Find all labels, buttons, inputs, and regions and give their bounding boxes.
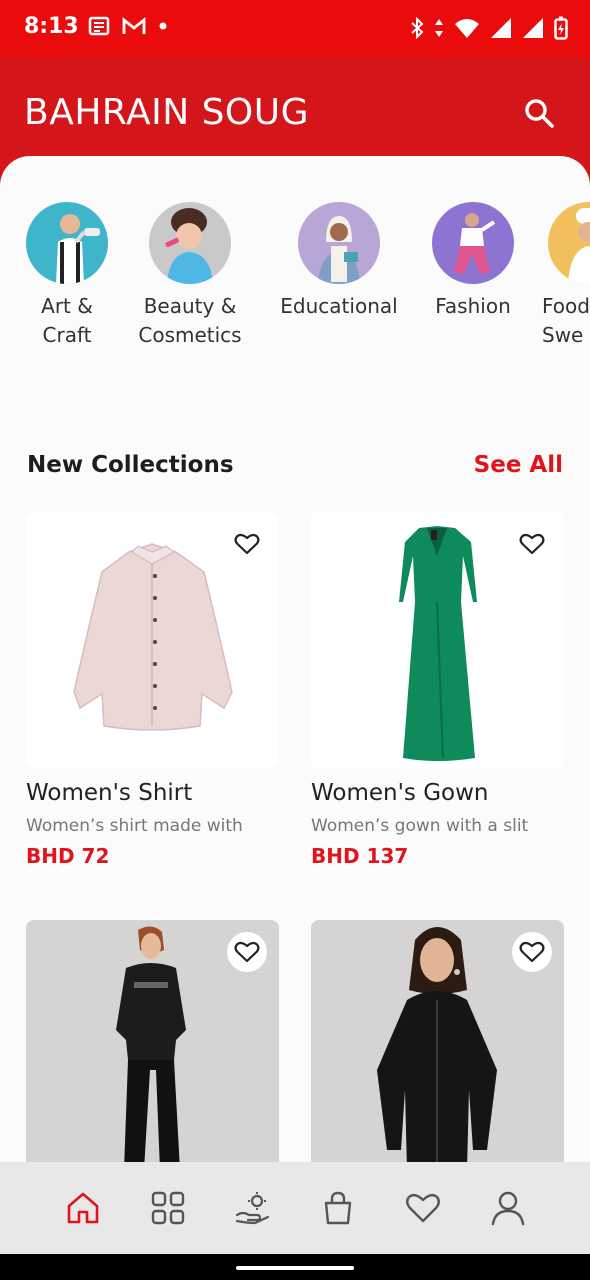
status-time: 8:13 xyxy=(24,14,79,39)
content-sheet: Art & Craft Beauty & Cosmetics Education… xyxy=(0,156,590,1162)
nav-profile[interactable] xyxy=(478,1178,538,1238)
bag-icon xyxy=(324,1191,351,1225)
heart-icon xyxy=(234,533,260,555)
bottom-navigation xyxy=(0,1162,590,1254)
product-image xyxy=(311,920,564,1162)
heart-icon xyxy=(519,533,545,555)
category-beauty-cosmetics[interactable]: Beauty & Cosmetics xyxy=(130,202,250,350)
gesture-bar xyxy=(0,1254,590,1280)
dot-icon xyxy=(159,22,167,30)
product-card[interactable] xyxy=(311,920,564,1162)
category-label: Educational xyxy=(280,294,398,318)
nav-categories[interactable] xyxy=(138,1178,198,1238)
category-fashion[interactable]: Fashion xyxy=(426,202,520,321)
app-bar: BAHRAIN SOUG xyxy=(0,58,590,168)
signal-icon xyxy=(523,18,543,38)
section-title: New Collections xyxy=(27,452,234,478)
category-label: Fashion xyxy=(435,294,511,318)
product-card[interactable]: Women's Shirt Women’s shirt made with BH… xyxy=(26,512,279,868)
product-description: Women’s gown with a slit xyxy=(311,816,529,836)
data-arrows-icon xyxy=(435,19,443,37)
product-card[interactable]: Women's Gown Women’s gown with a slit BH… xyxy=(311,512,564,868)
news-icon xyxy=(88,16,110,36)
system-icons xyxy=(410,16,568,40)
search-icon xyxy=(525,99,554,128)
gmail-icon xyxy=(122,17,146,34)
category-image xyxy=(432,202,514,284)
product-price: BHD 137 xyxy=(311,844,409,868)
nav-bag[interactable] xyxy=(308,1178,368,1238)
product-title: Women's Shirt xyxy=(26,780,193,806)
status-bar: 8:13 xyxy=(0,0,590,58)
category-image xyxy=(26,202,108,284)
profile-icon xyxy=(491,1191,524,1226)
favorite-button[interactable] xyxy=(227,524,267,564)
category-label: Art & Craft xyxy=(41,294,93,347)
category-image xyxy=(149,202,231,284)
category-food-sweets[interactable]: Food Swe xyxy=(542,202,590,350)
category-label: Beauty & Cosmetics xyxy=(138,294,242,347)
heart-icon xyxy=(519,941,545,963)
favorite-button[interactable] xyxy=(227,932,267,972)
heart-icon xyxy=(405,1193,440,1223)
signal-icon xyxy=(491,18,511,38)
category-image xyxy=(298,202,380,284)
nav-home[interactable] xyxy=(53,1178,113,1238)
notification-icons xyxy=(88,16,168,36)
category-educational[interactable]: Educational xyxy=(270,202,408,321)
see-all-link[interactable]: See All xyxy=(474,452,563,478)
product-image xyxy=(311,512,564,768)
new-collections-header: New Collections See All xyxy=(27,452,563,484)
product-image xyxy=(26,920,279,1162)
wifi-icon xyxy=(455,19,479,38)
product-description: Women’s shirt made with xyxy=(26,816,243,836)
heart-icon xyxy=(234,941,260,963)
favorite-button[interactable] xyxy=(512,932,552,972)
category-art-craft[interactable]: Art & Craft xyxy=(20,202,114,350)
product-card[interactable] xyxy=(26,920,279,1162)
home-gesture-handle[interactable] xyxy=(236,1266,354,1270)
categories-grid-icon xyxy=(151,1191,184,1225)
product-title: Women's Gown xyxy=(311,780,489,806)
category-list: Art & Craft Beauty & Cosmetics Education… xyxy=(0,202,590,362)
nav-favorites[interactable] xyxy=(393,1178,453,1238)
bluetooth-icon xyxy=(411,17,424,39)
product-image xyxy=(26,512,279,768)
product-price: BHD 72 xyxy=(26,844,110,868)
search-button[interactable] xyxy=(522,96,556,130)
home-icon xyxy=(67,1192,98,1224)
category-image xyxy=(548,202,590,284)
services-hand-icon xyxy=(235,1192,269,1225)
brand-logo[interactable]: BAHRAIN SOUG xyxy=(24,92,309,133)
battery-charging-icon xyxy=(554,16,568,40)
favorite-button[interactable] xyxy=(512,524,552,564)
category-label: Food Swe xyxy=(542,294,590,347)
nav-services[interactable] xyxy=(223,1178,283,1238)
